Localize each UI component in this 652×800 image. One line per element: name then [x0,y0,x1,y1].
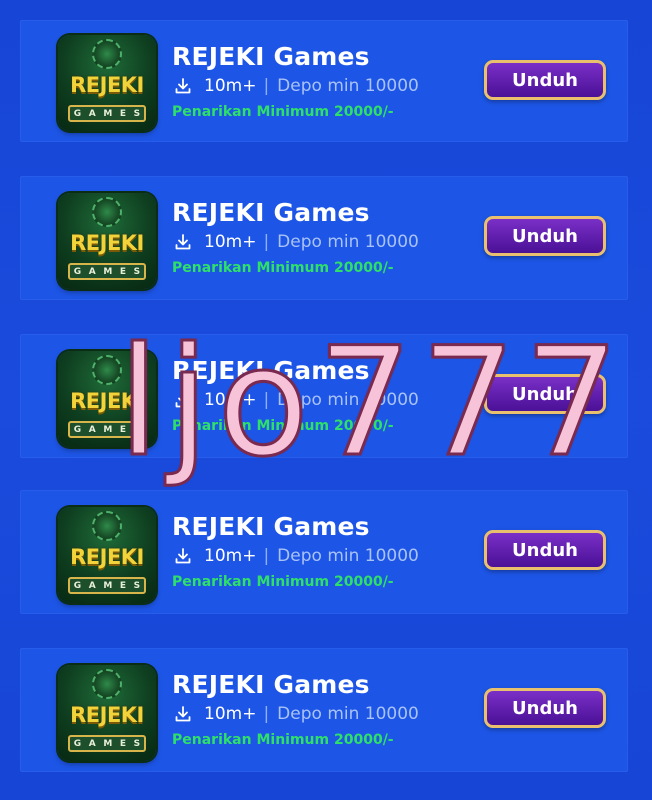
app-title: REJEKI Games [172,356,370,385]
download-icon [175,548,191,564]
min-withdrawal: Penarikan Minimum 20000/- [172,574,394,590]
download-button[interactable]: Unduh [484,216,606,256]
app-card[interactable]: REJEKI G A M E S REJEKI Games 10m+ | Dep… [20,648,628,772]
meta-separator: | [263,390,270,410]
download-icon [175,78,191,94]
min-deposit: Depo min 10000 [277,390,419,410]
logo-plate: G A M E S [68,421,146,438]
download-count: 10m+ [204,390,257,410]
app-title: REJEKI Games [172,670,370,699]
logo-letter: M [103,266,113,277]
logo-letter: G [73,108,82,119]
logo-letter: S [133,108,141,119]
download-count: 10m+ [204,546,257,566]
download-icon [175,234,191,250]
logo-word: REJEKI [70,231,144,255]
logo-plate: G A M E S [68,263,146,280]
logo-letter: S [133,424,141,435]
logo-letter: G [73,424,82,435]
poker-chip-icon [92,511,122,541]
logo-letter: G [73,580,82,591]
app-card[interactable]: REJEKI G A M E S REJEKI Games 10m+ | Dep… [20,334,628,458]
min-deposit: Depo min 10000 [277,232,419,252]
poker-chip-icon [92,355,122,385]
rejeki-games-logo-icon[interactable]: REJEKI G A M E S [58,507,156,603]
min-deposit: Depo min 10000 [277,704,419,724]
rejeki-games-logo-icon[interactable]: REJEKI G A M E S [58,193,156,289]
download-icon [175,706,191,722]
app-meta: 10m+ | Depo min 10000 [172,389,419,411]
logo-letter: S [133,266,141,277]
logo-letter: A [88,424,96,435]
app-meta: 10m+ | Depo min 10000 [172,703,419,725]
logo-letter: E [119,266,127,277]
logo-plate: G A M E S [68,735,146,752]
min-deposit: Depo min 10000 [277,76,419,96]
logo-word: REJEKI [70,545,144,569]
app-meta: 10m+ | Depo min 10000 [172,75,419,97]
min-deposit: Depo min 10000 [277,546,419,566]
app-card[interactable]: REJEKI G A M E S REJEKI Games 10m+ | Dep… [20,20,628,142]
logo-word: REJEKI [70,703,144,727]
logo-letter: A [88,108,96,119]
meta-separator: | [263,546,270,566]
meta-separator: | [263,232,270,252]
logo-letter: G [73,738,82,749]
download-count: 10m+ [204,232,257,252]
poker-chip-icon [92,197,122,227]
meta-separator: | [263,76,270,96]
app-title: REJEKI Games [172,198,370,227]
logo-plate: G A M E S [68,577,146,594]
logo-letter: A [88,738,96,749]
rejeki-games-logo-icon[interactable]: REJEKI G A M E S [58,351,156,447]
logo-letter: G [73,266,82,277]
app-title: REJEKI Games [172,42,370,71]
poker-chip-icon [92,39,122,69]
download-button[interactable]: Unduh [484,374,606,414]
logo-word: REJEKI [70,389,144,413]
app-card[interactable]: REJEKI G A M E S REJEKI Games 10m+ | Dep… [20,176,628,300]
meta-separator: | [263,704,270,724]
app-meta: 10m+ | Depo min 10000 [172,231,419,253]
logo-letter: M [103,424,113,435]
logo-letter: A [88,266,96,277]
logo-letter: A [88,580,96,591]
logo-word: REJEKI [70,73,144,97]
poker-chip-icon [92,669,122,699]
download-button[interactable]: Unduh [484,688,606,728]
app-title: REJEKI Games [172,512,370,541]
download-count: 10m+ [204,704,257,724]
logo-letter: M [103,738,113,749]
min-withdrawal: Penarikan Minimum 20000/- [172,260,394,276]
rejeki-games-logo-icon[interactable]: REJEKI G A M E S [58,665,156,761]
download-button[interactable]: Unduh [484,60,606,100]
logo-letter: M [103,580,113,591]
logo-letter: E [119,580,127,591]
logo-plate: G A M E S [68,105,146,122]
app-meta: 10m+ | Depo min 10000 [172,545,419,567]
min-withdrawal: Penarikan Minimum 20000/- [172,418,394,434]
logo-letter: E [119,738,127,749]
logo-letter: E [119,424,127,435]
app-card[interactable]: REJEKI G A M E S REJEKI Games 10m+ | Dep… [20,490,628,614]
logo-letter: E [119,108,127,119]
min-withdrawal: Penarikan Minimum 20000/- [172,732,394,748]
download-icon [175,392,191,408]
download-button[interactable]: Unduh [484,530,606,570]
min-withdrawal: Penarikan Minimum 20000/- [172,104,394,120]
logo-letter: M [103,108,113,119]
logo-letter: S [133,580,141,591]
rejeki-games-logo-icon[interactable]: REJEKI G A M E S [58,35,156,131]
app-list: REJEKI G A M E S REJEKI Games 10m+ | Dep… [0,0,652,800]
download-count: 10m+ [204,76,257,96]
logo-letter: S [133,738,141,749]
